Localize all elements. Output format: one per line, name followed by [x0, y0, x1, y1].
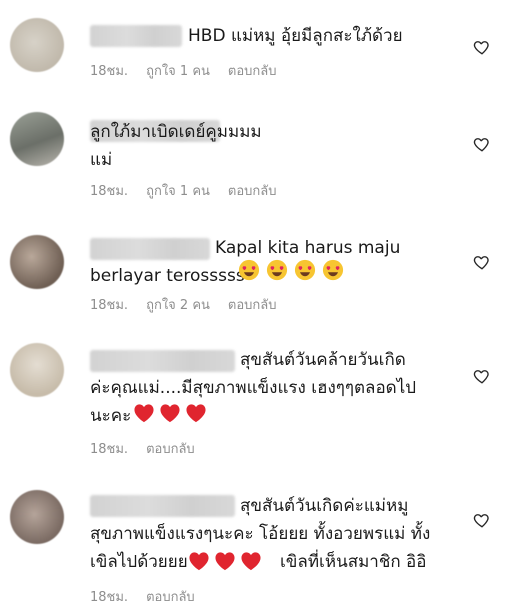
- emoji-row: [133, 403, 207, 423]
- emoji-row: [188, 551, 262, 571]
- comment-meta: 18ชม. ถูกใจ 2 คน ตอบกลับ: [90, 294, 277, 315]
- heart-eyes-emoji-icon: [294, 259, 316, 281]
- comment-meta: 18ชม. ตอบกลับ: [90, 586, 195, 607]
- avatar[interactable]: [10, 490, 64, 544]
- comment-time: 18ชม.: [90, 64, 129, 79]
- heart-eyes-emoji-icon: [322, 259, 344, 281]
- heart-icon[interactable]: [473, 367, 491, 385]
- comment-meta: 18ชม. ถูกใจ 1 คน ตอบกลับ: [90, 180, 277, 201]
- comment-text-continued: เขิลที่เห็นสมาชิก อิอิ: [280, 552, 427, 572]
- comment-meta: 18ชม. ถูกใจ 1 คน ตอบกลับ: [90, 60, 277, 81]
- comment-text: HBD แม่หมู อุ้ยมีลูกสะใภ้ด้วย: [188, 26, 403, 46]
- red-heart-icon: [189, 552, 209, 571]
- heart-icon[interactable]: [473, 253, 491, 271]
- comment-likes[interactable]: ถูกใจ 1 คน: [146, 180, 210, 201]
- reply-button[interactable]: ตอบกลับ: [146, 586, 195, 607]
- heart-icon[interactable]: [473, 511, 491, 529]
- comment-time: 18ชม.: [90, 298, 129, 313]
- blurred-username[interactable]: [90, 25, 182, 47]
- heart-eyes-emoji-icon: [238, 259, 260, 281]
- red-heart-icon: [134, 404, 154, 423]
- red-heart-icon: [241, 552, 261, 571]
- comment-time: 18ชม.: [90, 590, 129, 605]
- reply-button[interactable]: ตอบกลับ: [146, 438, 195, 459]
- red-heart-icon: [215, 552, 235, 571]
- reply-button[interactable]: ตอบกลับ: [228, 60, 277, 81]
- comment-text: ลูกใภ้มาเบิดเดย์คูมมมม แม่: [90, 122, 262, 170]
- emoji-row: [238, 259, 344, 281]
- comment-likes[interactable]: ถูกใจ 2 คน: [146, 294, 210, 315]
- heart-icon[interactable]: [473, 135, 491, 153]
- avatar[interactable]: [10, 112, 64, 166]
- heart-eyes-emoji-icon: [266, 259, 288, 281]
- red-heart-icon: [160, 404, 180, 423]
- comment-meta: 18ชม. ตอบกลับ: [90, 438, 195, 459]
- reply-button[interactable]: ตอบกลับ: [228, 294, 277, 315]
- reply-button[interactable]: ตอบกลับ: [228, 180, 277, 201]
- avatar[interactable]: [10, 18, 64, 72]
- red-heart-icon: [186, 404, 206, 423]
- heart-icon[interactable]: [473, 38, 491, 56]
- comment-time: 18ชม.: [90, 184, 129, 199]
- comment-likes[interactable]: ถูกใจ 1 คน: [146, 60, 210, 81]
- avatar[interactable]: [10, 235, 64, 289]
- avatar[interactable]: [10, 343, 64, 397]
- comment-time: 18ชม.: [90, 442, 129, 457]
